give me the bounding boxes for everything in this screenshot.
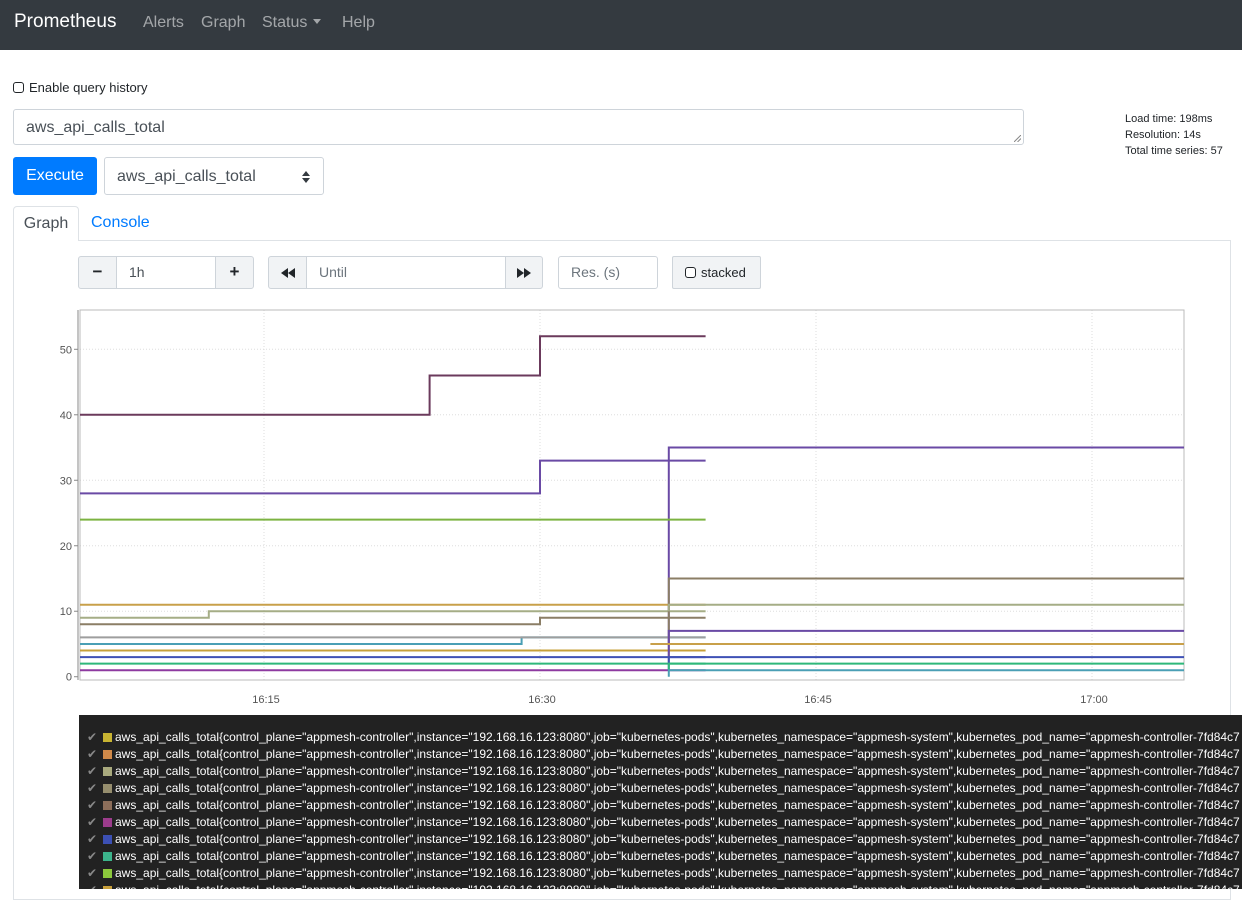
y-tick-label: 10: [60, 606, 72, 618]
series-legend: ✔ aws_api_calls_total{control_plane="appm…: [79, 715, 1242, 889]
x-tick-label: 16:15: [252, 694, 280, 706]
legend-label: aws_api_calls_total{control_plane="appme…: [115, 747, 1240, 761]
x-tick-label: 16:30: [528, 694, 556, 706]
legend-swatch: [103, 733, 112, 742]
check-icon: ✔: [87, 730, 98, 744]
legend-item[interactable]: ✔ aws_api_calls_total{control_plane="appm…: [79, 763, 1242, 780]
history-checkbox[interactable]: [13, 82, 24, 93]
x-tick-label: 17:00: [1080, 694, 1108, 706]
legend-swatch: [103, 835, 112, 844]
legend-item[interactable]: ✔ aws_api_calls_total{control_plane="appm…: [79, 729, 1242, 746]
legend-label: aws_api_calls_total{control_plane="appme…: [115, 798, 1240, 812]
series-line-0[interactable]: [80, 335, 706, 416]
tab-console[interactable]: Console: [91, 214, 150, 232]
until-input[interactable]: Until: [306, 256, 506, 289]
resolution-placeholder: Res. (s): [571, 264, 620, 280]
legend-label: aws_api_calls_total{control_plane="appme…: [115, 849, 1240, 863]
series-line-14[interactable]: [667, 603, 1184, 612]
execute-button[interactable]: Execute: [13, 157, 97, 195]
time-forward-button[interactable]: [505, 256, 543, 289]
legend-swatch: [103, 784, 112, 793]
resolution-input[interactable]: Res. (s): [558, 256, 658, 289]
metric-select[interactable]: aws_api_calls_total: [104, 157, 324, 195]
fast-forward-icon: [517, 268, 531, 278]
metric-select-value: aws_api_calls_total: [117, 168, 256, 185]
y-tick-label: 40: [60, 410, 72, 422]
legend-swatch: [103, 801, 112, 810]
range-value: 1h: [129, 264, 145, 280]
check-icon: ✔: [87, 798, 98, 812]
legend-item[interactable]: ✔ aws_api_calls_total{control_plane="appm…: [79, 797, 1242, 814]
y-tick-label: 20: [60, 541, 72, 553]
legend-item[interactable]: ✔ aws_api_calls_total{control_plane="appm…: [79, 746, 1242, 763]
legend-label: aws_api_calls_total{control_plane="appme…: [115, 764, 1240, 778]
y-tick-label: 0: [66, 672, 72, 684]
check-icon: ✔: [87, 747, 98, 761]
legend-label: aws_api_calls_total{control_plane="appme…: [115, 866, 1240, 880]
tab-graph[interactable]: Graph: [13, 206, 79, 241]
expression-text: aws_api_calls_total: [26, 119, 165, 136]
check-icon: ✔: [87, 849, 98, 863]
stacked-checkbox: [685, 267, 696, 278]
range-input[interactable]: 1h: [116, 256, 216, 289]
nav-graph[interactable]: Graph: [201, 14, 245, 32]
expression-input[interactable]: aws_api_calls_total: [13, 109, 1024, 145]
query-stats: Load time: 198ms Resolution: 14s Total t…: [1125, 111, 1223, 159]
range-increase-button[interactable]: +: [215, 256, 254, 289]
select-arrows-icon: [302, 171, 310, 183]
check-icon: ✔: [87, 781, 98, 795]
nav-alerts[interactable]: Alerts: [143, 14, 184, 32]
legend-item[interactable]: ✔ aws_api_calls_total{control_plane="appm…: [79, 780, 1242, 797]
nav-help[interactable]: Help: [342, 14, 375, 32]
check-icon: ✔: [87, 832, 98, 846]
chart-series: [80, 335, 1184, 677]
check-icon: ✔: [87, 882, 97, 889]
legend-label: aws_api_calls_total{control_plane="appme…: [115, 882, 1240, 889]
total-series: Total time series: 57: [1125, 145, 1223, 157]
nav-status-label: Status: [262, 14, 308, 31]
graph-chart[interactable]: 0 10 20 30 40 50 16:15 16:30 16:45 17:00: [40, 300, 1190, 712]
navbar: Prometheus Alerts Graph Status Help: [0, 0, 1242, 50]
legend-swatch: [103, 767, 112, 776]
resize-grip-icon[interactable]: [1014, 135, 1021, 142]
series-line-1[interactable]: [80, 459, 706, 495]
resolution: Resolution: 14s: [1125, 129, 1201, 141]
x-axis: 16:15 16:30 16:45 17:00: [252, 694, 1108, 706]
stacked-label: stacked: [701, 265, 746, 280]
rewind-icon: [280, 268, 295, 278]
until-placeholder: Until: [319, 264, 348, 280]
legend-label: aws_api_calls_total{control_plane="appme…: [115, 730, 1240, 744]
series-line-13[interactable]: [667, 577, 1184, 664]
legend-item[interactable]: ✔ aws_api_calls_total{control_plane="appm…: [79, 814, 1242, 831]
legend-swatch: [103, 869, 112, 878]
time-back-button[interactable]: [268, 256, 307, 289]
legend-swatch: [103, 852, 112, 861]
legend-label: aws_api_calls_total{control_plane="appme…: [115, 781, 1240, 795]
stacked-toggle[interactable]: stacked: [672, 256, 761, 289]
legend-item[interactable]: ✔ aws_api_calls_total{control_plane="appm…: [79, 848, 1242, 865]
y-tick-label: 50: [60, 344, 72, 356]
chevron-down-icon: [313, 19, 322, 25]
legend-item[interactable]: ✔ aws_api_calls_total{control_plane="appm…: [79, 865, 1242, 882]
y-tick-label: 30: [60, 475, 72, 487]
legend-label: aws_api_calls_total{control_plane="appme…: [115, 815, 1240, 829]
range-decrease-button[interactable]: −: [78, 256, 117, 289]
series-line-19[interactable]: [667, 669, 1184, 677]
legend-swatch: [103, 818, 112, 827]
nav-status[interactable]: Status: [262, 14, 322, 32]
history-label: Enable query history: [29, 80, 148, 95]
check-icon: ✔: [87, 815, 98, 829]
tab-divider: [79, 240, 1231, 241]
legend-swatch: [103, 750, 112, 759]
load-time: Load time: 198ms: [1125, 113, 1213, 125]
x-tick-label: 16:45: [804, 694, 832, 706]
brand-link[interactable]: Prometheus: [14, 11, 116, 33]
legend-label: aws_api_calls_total{control_plane="appme…: [115, 832, 1240, 846]
legend-item[interactable]: ✔ aws_api_calls_total{control_plane="appm…: [79, 882, 1242, 889]
y-axis: 0 10 20 30 40 50: [60, 310, 79, 684]
check-icon: ✔: [87, 764, 98, 778]
legend-item[interactable]: ✔ aws_api_calls_total{control_plane="appm…: [79, 831, 1242, 848]
check-icon: ✔: [87, 866, 98, 880]
